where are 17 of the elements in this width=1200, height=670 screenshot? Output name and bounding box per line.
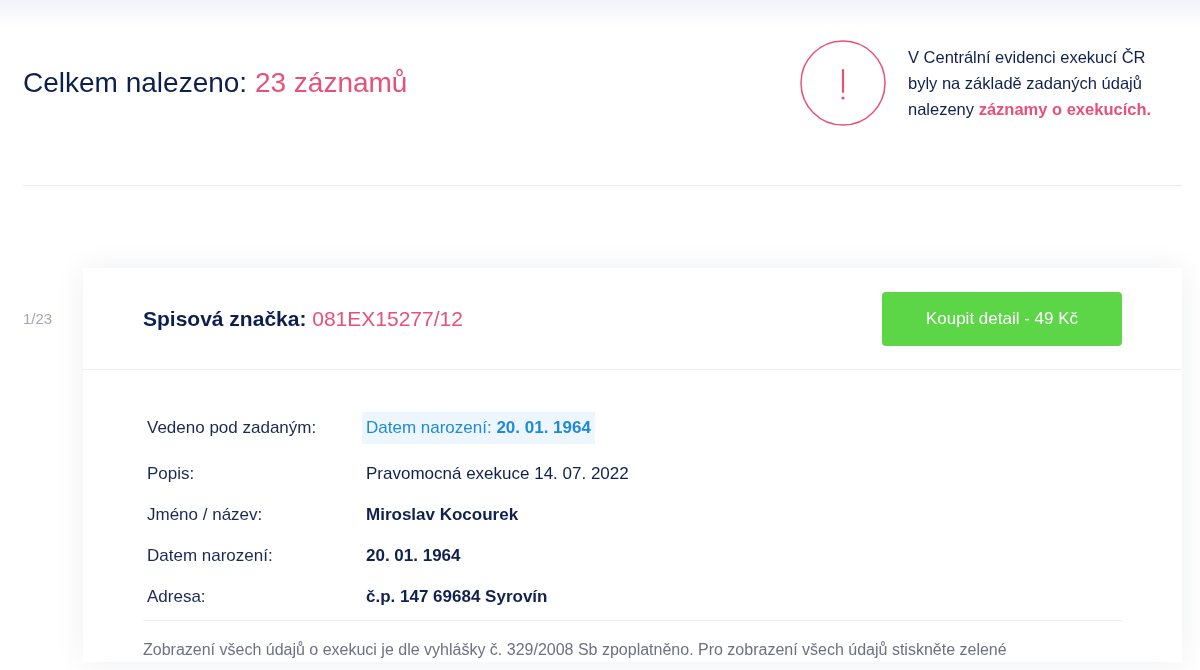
buy-detail-button[interactable]: Koupit detail - 49 Kč — [882, 291, 1122, 346]
exclamation-circle-icon — [800, 39, 886, 126]
matched-value-highlight: Datem narození: 20. 01. 1964 — [362, 412, 595, 444]
case-number-heading: Spisová značka: 081EX15277/12 — [143, 305, 463, 332]
field-value: Miroslav Kocourek — [366, 503, 519, 526]
field-label: Vedeno pod zadaným: — [147, 417, 318, 440]
fee-notice: Zobrazení všech údajů o exekuci je dle vyhlášky č. 329/2008 Sb zpoplatněno. Pro zobrazení všech údajů stiskněte zelené — [143, 640, 1008, 660]
field-value: 20. 01. 1964 — [366, 544, 461, 567]
alert-message: V Centrální evidenci exekucí ČR byly na základě zadaných údajů nalezeny záznamy o exekucích. — [908, 46, 1153, 120]
field-label: Popis: — [147, 462, 196, 485]
field-label: Adresa: — [147, 585, 207, 608]
field-value: č.p. 147 69684 Syrovín — [366, 585, 548, 608]
field-value: Pravomocná exekuce 14. 07. 2022 — [366, 462, 629, 485]
results-count-heading: Celkem nalezeno: 23 záznamů — [23, 68, 408, 97]
field-label: Datem narození: — [147, 544, 274, 567]
field-label: Jméno / název: — [147, 503, 264, 526]
record-index: 1/23 — [23, 308, 53, 329]
